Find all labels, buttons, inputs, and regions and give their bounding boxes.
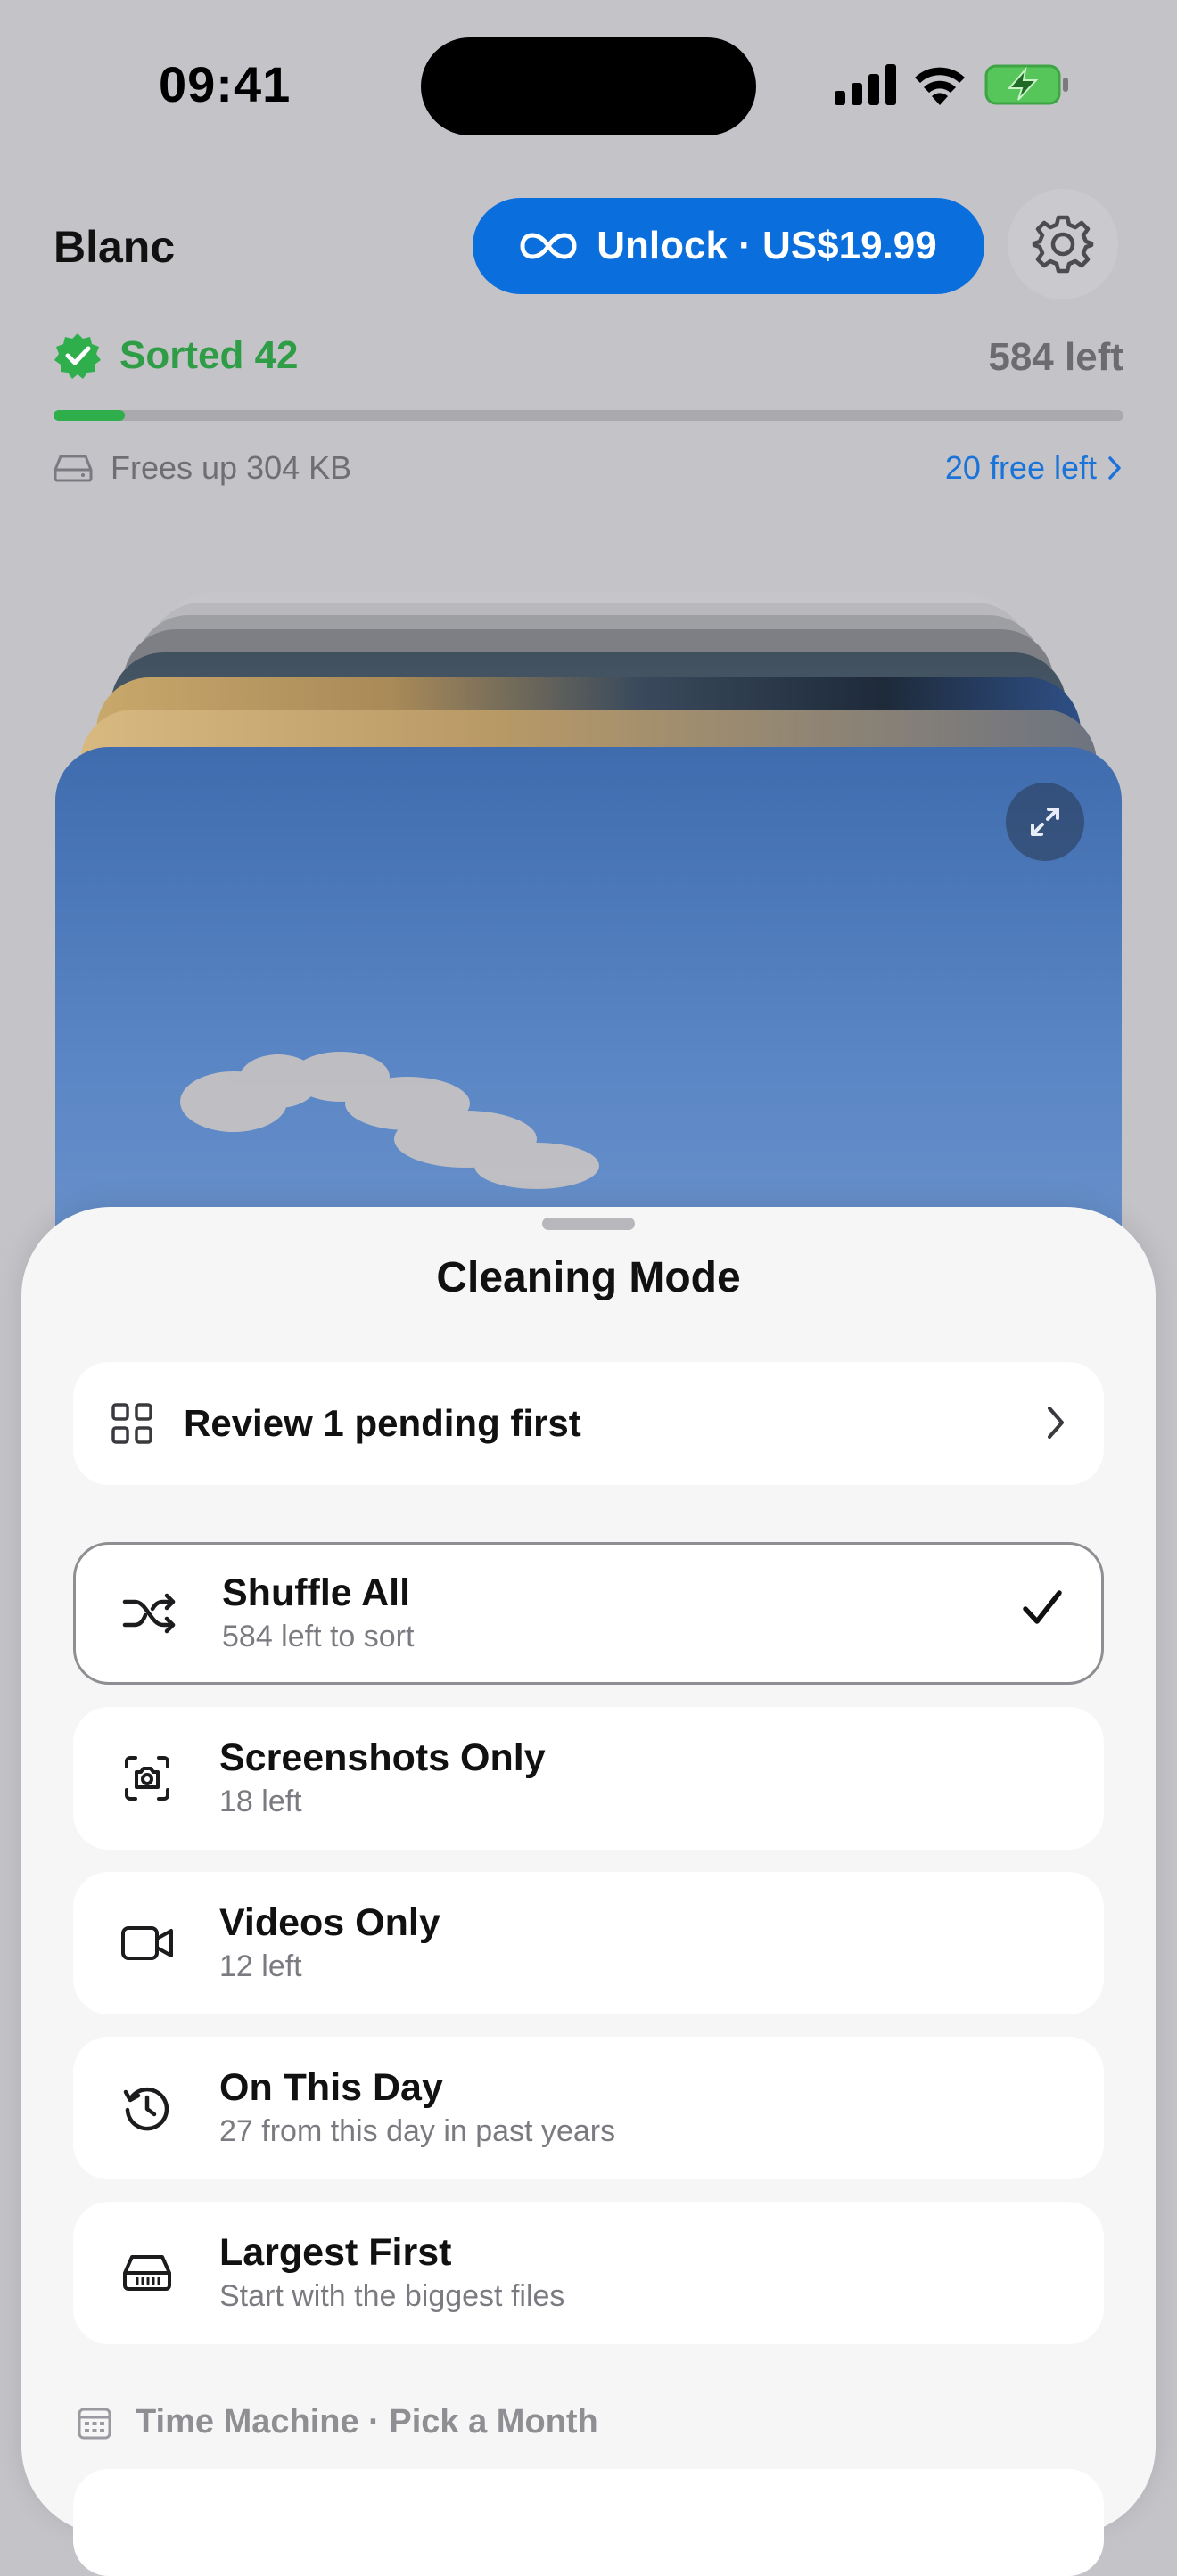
expand-arrows-icon xyxy=(1031,808,1059,836)
sheet-title: Cleaning Mode xyxy=(436,1254,741,1301)
cellular-signal-icon xyxy=(835,64,896,105)
mode-title: Shuffle All xyxy=(222,1571,411,1614)
unlock-label: Unlock · US$19.99 xyxy=(597,224,937,267)
review-pending-button[interactable]: Review 1 pending first xyxy=(73,1362,1104,1485)
free-left-label: 20 free left xyxy=(944,449,1097,486)
chevron-right-icon xyxy=(1048,1407,1064,1439)
progress-bar xyxy=(54,410,1124,421)
app-title: Blanc xyxy=(54,222,176,272)
dynamic-island xyxy=(421,37,756,135)
sorted-count: Sorted 42 xyxy=(119,333,299,377)
storage-freed: Frees up 304 KB xyxy=(54,449,351,487)
free-left-link[interactable]: 20 free left xyxy=(945,449,1124,487)
mode-option-videos[interactable]: Videos Only 12 left xyxy=(73,1872,1104,2014)
expand-button[interactable] xyxy=(1006,783,1084,861)
drive-icon xyxy=(118,2244,177,2302)
frees-up-label: Frees up 304 KB xyxy=(111,449,352,486)
mode-option-shuffle-all[interactable]: Shuffle All 584 left to sort xyxy=(73,1542,1104,1685)
mode-option-on-this-day[interactable]: On This Day 27 from this day in past yea… xyxy=(73,2037,1104,2179)
checkmark-icon xyxy=(1023,1590,1062,1624)
progress-fill xyxy=(54,410,126,421)
grid-icon xyxy=(111,1403,152,1444)
remaining-count: 584 left xyxy=(988,335,1124,379)
gear-icon xyxy=(1032,215,1094,274)
mode-option-largest-first[interactable]: Largest First Start with the biggest fil… xyxy=(73,2202,1104,2344)
verified-badge-icon xyxy=(54,333,101,379)
mode-option-screenshots[interactable]: Screenshots Only 18 left xyxy=(73,1707,1104,1850)
mode-title: Screenshots Only xyxy=(219,1736,546,1779)
mode-title: Videos Only xyxy=(219,1901,440,1944)
sheet-grabber[interactable] xyxy=(542,1218,635,1230)
sorted-status: Sorted 42 xyxy=(54,332,299,380)
history-icon xyxy=(118,2079,177,2137)
drive-icon xyxy=(54,455,93,482)
shuffle-icon xyxy=(120,1584,179,1643)
mode-subtitle: 18 left xyxy=(219,1784,302,1818)
month-picker-row[interactable] xyxy=(73,2469,1104,2576)
unlock-button[interactable]: Unlock · US$19.99 xyxy=(473,198,984,294)
settings-button[interactable] xyxy=(1008,189,1118,299)
chevron-right-icon xyxy=(1108,456,1121,480)
screenshot-icon xyxy=(118,1749,177,1808)
infinity-icon xyxy=(520,233,577,259)
wifi-icon xyxy=(915,67,965,105)
time-machine-label: Time Machine · Pick a Month xyxy=(136,2403,598,2441)
mode-subtitle: 12 left xyxy=(219,1949,302,1983)
time-machine-header: Time Machine · Pick a Month xyxy=(77,2403,598,2441)
review-pending-label: Review 1 pending first xyxy=(184,1402,581,1444)
mode-subtitle: 584 left to sort xyxy=(222,1620,415,1653)
mode-subtitle: Start with the biggest files xyxy=(219,2279,565,2313)
battery-charging-icon xyxy=(984,64,1068,105)
video-icon xyxy=(118,1914,177,1973)
mode-title: On This Day xyxy=(219,2066,443,2109)
status-time: 09:41 xyxy=(159,56,292,112)
calendar-icon xyxy=(78,2408,111,2439)
mode-title: Largest First xyxy=(219,2231,452,2274)
mode-subtitle: 27 from this day in past years xyxy=(219,2114,616,2148)
